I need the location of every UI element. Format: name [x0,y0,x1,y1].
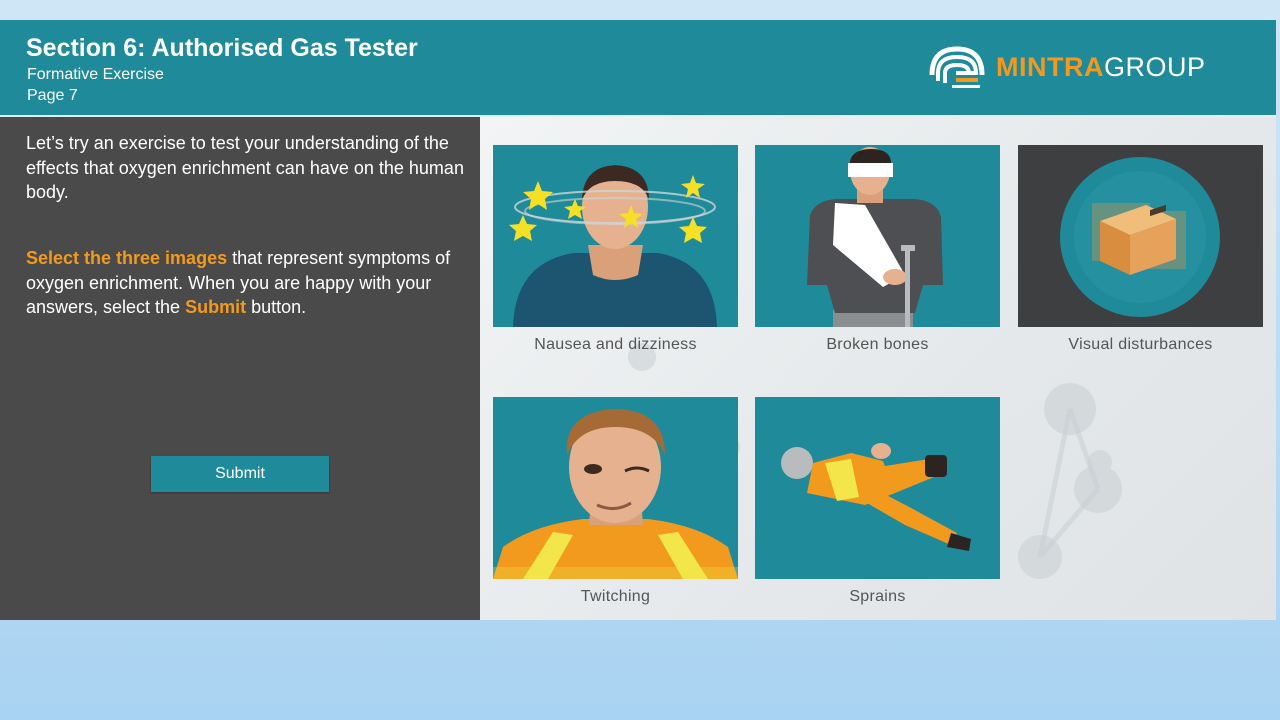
header-bar: Section 6: Authorised Gas Tester Formati… [0,20,1276,117]
option-label: Sprains [849,588,906,605]
falling-worker-icon [755,397,1000,579]
instruction-highlight: Select the three images [26,248,228,268]
instructions-panel: Let’s try an exercise to test your under… [0,117,480,620]
option-image[interactable] [493,145,738,327]
option-card[interactable]: Nausea and dizziness [493,145,738,354]
intro-text: Let’s try an exercise to test your under… [26,133,464,202]
dizzy-person-icon [493,145,738,327]
option-label: Visual disturbances [1068,336,1213,353]
submit-button[interactable]: Submit [151,456,329,492]
option-image[interactable] [755,145,1000,327]
option-image[interactable] [755,397,1000,579]
option-label: Twitching [580,588,651,605]
section-title: Section 6: Authorised Gas Tester [26,34,418,62]
option-image[interactable] [1018,145,1263,327]
option-card[interactable]: Sprains [755,397,1000,606]
mintra-logo: MINTRAGROUP [928,45,1206,89]
option-label: Nausea and dizziness [534,336,697,353]
logo-text: MINTRAGROUP [996,51,1206,82]
option-card[interactable]: Twitching [493,397,738,606]
option-label: Broken bones [826,336,929,353]
instruction-text: Select the three images that represent s… [26,248,451,317]
broken-arm-person-icon [755,145,1000,327]
option-card[interactable]: Broken bones [755,145,1000,354]
option-image[interactable] [493,397,738,579]
mintra-logo-icon [929,46,985,88]
twitching-face-icon [493,397,738,579]
blurred-box-icon [1018,145,1263,327]
instruction-submit-word: Submit [185,297,247,317]
options-area: Nausea and dizziness Broken bones Visual… [480,117,1276,620]
slide: Section 6: Authorised Gas Tester Formati… [0,20,1276,620]
exercise-subtitle: Formative Exercise [27,66,164,83]
page-number: Page 7 [27,87,78,104]
option-card[interactable]: Visual disturbances [1018,145,1263,354]
